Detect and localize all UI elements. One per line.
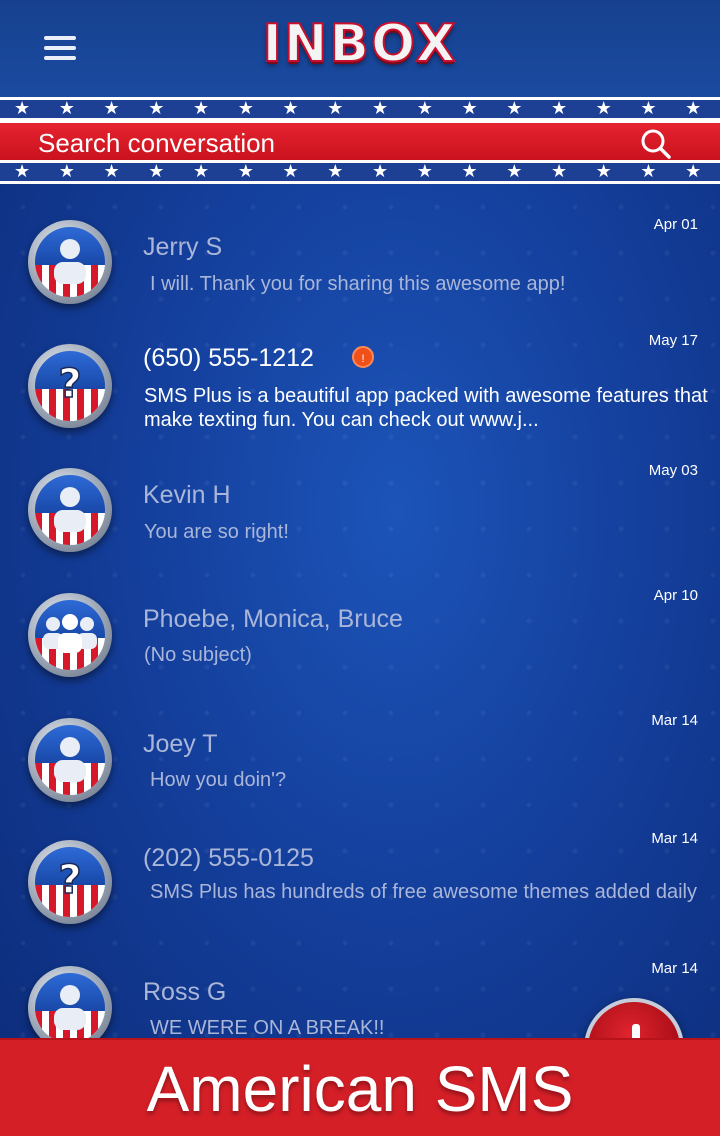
conversation-name: Kevin H xyxy=(143,481,231,509)
conversation-snippet: SMS Plus is a beautiful app packed with … xyxy=(144,385,708,431)
conversation-name: Ross G xyxy=(143,978,227,1006)
conversation-date: Apr 01 xyxy=(653,216,698,233)
conversation-name: Jerry S xyxy=(143,233,223,261)
conversation-item[interactable]: ? Mar 14 (202) 555-0125 SMS Plus has hun… xyxy=(0,818,720,938)
conversation-name: (650) 555-1212 xyxy=(143,344,314,372)
group-icon xyxy=(28,593,112,677)
conversation-snippet: You are so right! xyxy=(144,521,289,543)
page-title: INBOX xyxy=(262,13,458,75)
conversation-item[interactable]: Apr 10 Phoebe, Monica, Bruce (No subject… xyxy=(0,573,720,693)
person-icon xyxy=(28,468,112,552)
svg-text:?: ? xyxy=(58,361,81,407)
svg-text:?: ? xyxy=(58,857,81,903)
question-mark-icon: ? xyxy=(28,840,112,924)
conversation-list[interactable]: Apr 01 Jerry S I will. Thank you for sha… xyxy=(0,188,720,1038)
banner-text: American SMS xyxy=(146,1053,574,1125)
stars-stripe-bottom: ★ ★ ★ ★ ★ ★ ★ ★ ★ ★ ★ ★ ★ ★ ★ ★ ★ ★ xyxy=(0,160,720,184)
conversation-date: Mar 14 xyxy=(651,830,698,847)
conversation-date: May 03 xyxy=(648,462,698,479)
promo-banner: American SMS xyxy=(0,1038,720,1136)
conversation-snippet: How you doin'? xyxy=(150,769,287,791)
person-icon xyxy=(28,966,112,1038)
search-bar[interactable] xyxy=(0,121,720,163)
unread-badge: ! xyxy=(352,346,374,368)
conversation-item[interactable]: May 03 Kevin H You are so right! xyxy=(0,448,720,568)
person-icon xyxy=(28,718,112,802)
conversation-item[interactable]: Apr 01 Jerry S I will. Thank you for sha… xyxy=(0,188,720,308)
conversation-item[interactable]: ? May 17 (650) 555-1212 ! SMS Plus is a … xyxy=(0,324,720,444)
conversation-snippet: I will. Thank you for sharing this aweso… xyxy=(150,273,566,295)
search-icon[interactable] xyxy=(640,128,672,160)
conversation-date: Mar 14 xyxy=(651,960,698,977)
search-input[interactable] xyxy=(38,127,598,159)
top-app-bar: INBOX xyxy=(0,0,720,98)
conversation-item[interactable]: Mar 14 Joey T How you doin'? xyxy=(0,698,720,818)
conversation-name: Phoebe, Monica, Bruce xyxy=(143,605,403,633)
conversation-date: Apr 10 xyxy=(653,587,698,604)
stars-stripe-top: ★ ★ ★ ★ ★ ★ ★ ★ ★ ★ ★ ★ ★ ★ ★ ★ ★ ★ xyxy=(0,97,720,121)
conversation-snippet: (No subject) xyxy=(144,644,252,666)
person-icon xyxy=(28,220,112,304)
conversation-snippet: SMS Plus has hundreds of free awesome th… xyxy=(150,881,697,903)
conversation-date: Mar 14 xyxy=(651,712,698,729)
conversation-name: (202) 555-0125 xyxy=(143,844,314,872)
question-mark-icon: ? xyxy=(28,344,112,428)
conversation-name: Joey T xyxy=(143,730,218,758)
conversation-date: May 17 xyxy=(648,332,698,349)
